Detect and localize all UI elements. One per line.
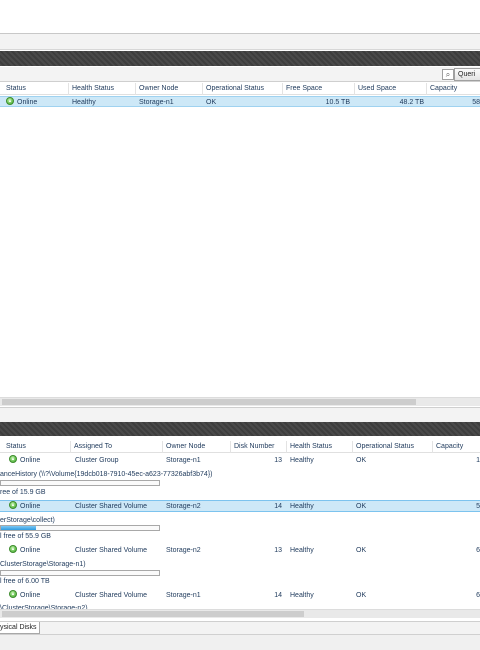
- tab-physical-disks[interactable]: ysical Disks: [0, 622, 40, 634]
- status-cell: Online: [9, 545, 69, 556]
- col-owner-node[interactable]: Owner Node: [162, 441, 230, 453]
- table-row[interactable]: Online Cluster Shared Volume Storage-n2 …: [0, 545, 480, 556]
- owner-cell: Storage-n1: [166, 457, 201, 464]
- col-operational-status[interactable]: Operational Status: [202, 83, 282, 95]
- health-cell: Healthy: [290, 457, 314, 464]
- volume-path: anceHistory (\\?\Volume{19dcb018-7910-45…: [0, 471, 213, 478]
- health-cell: Healthy: [290, 592, 314, 599]
- owner-cell: Storage-n2: [166, 547, 201, 554]
- secondary-band: [0, 34, 480, 50]
- free-space-cell: 10.5 TB: [325, 99, 350, 106]
- used-space-cell: 48.2 TB: [399, 99, 424, 106]
- volumes-horizontal-scrollbar[interactable]: [0, 397, 480, 406]
- col-health-status[interactable]: Health Status: [286, 441, 352, 453]
- col-assigned-to[interactable]: Assigned To: [70, 441, 162, 453]
- owner-cell: Storage-n2: [166, 503, 201, 510]
- table-row[interactable]: Online Cluster Shared Volume Storage-n1 …: [0, 590, 480, 601]
- capacity-cell: 6: [476, 592, 480, 599]
- table-row[interactable]: Online Cluster Group Storage-n1 13 Healt…: [0, 455, 480, 466]
- online-status-icon: [6, 97, 14, 105]
- assigned-cell: Cluster Shared Volume: [75, 503, 147, 510]
- col-health-status[interactable]: Health Status: [68, 83, 135, 95]
- online-status-icon: [9, 545, 17, 553]
- volumes-table-header: Status Health Status Owner Node Operatio…: [0, 83, 480, 95]
- free-space-bar: [0, 480, 160, 486]
- disk-number-cell: 14: [274, 592, 282, 599]
- op-status-cell: OK: [356, 592, 367, 599]
- health-cell: Healthy: [290, 503, 314, 510]
- scrollbar-thumb[interactable]: [2, 399, 416, 405]
- free-space-text: ree of 15.9 GB: [0, 489, 46, 496]
- free-space-text: l free of 6.00 TB: [0, 578, 50, 585]
- status-cell: Online: [9, 455, 69, 466]
- disks-table-header: Status Assigned To Owner Node Disk Numbe…: [0, 441, 480, 453]
- online-status-icon: [9, 455, 17, 463]
- capacity-cell: 6: [476, 547, 480, 554]
- op-status-cell: OK: [206, 99, 217, 106]
- status-bar: [0, 634, 480, 650]
- disk-number-cell: 13: [274, 457, 282, 464]
- capacity-cell: 5: [476, 503, 480, 510]
- free-space-fill: [1, 526, 36, 530]
- table-row[interactable]: Online Cluster Shared Volume Storage-n2 …: [0, 500, 480, 512]
- health-cell: Healthy: [290, 547, 314, 554]
- op-status-cell: OK: [356, 503, 367, 510]
- volumes-search-row: ⌕ Queri: [0, 67, 480, 82]
- online-status-icon: [9, 501, 17, 509]
- online-status-icon: [9, 590, 17, 598]
- assigned-cell: Cluster Shared Volume: [75, 547, 147, 554]
- owner-cell: Storage-n1: [139, 99, 174, 106]
- health-cell: Healthy: [72, 99, 96, 106]
- capacity-cell: 1: [476, 457, 480, 464]
- disks-horizontal-scrollbar[interactable]: [0, 609, 480, 618]
- col-status[interactable]: Status: [0, 83, 68, 95]
- col-capacity[interactable]: Capacity: [426, 83, 480, 95]
- top-toolbar: [0, 0, 480, 34]
- col-status[interactable]: Status: [0, 441, 70, 453]
- col-owner-node[interactable]: Owner Node: [135, 83, 202, 95]
- status-cell: Online: [6, 97, 66, 108]
- disk-number-cell: 14: [274, 503, 282, 510]
- scrollbar-thumb[interactable]: [2, 611, 304, 617]
- tab-strip: ysical Disks: [0, 621, 480, 634]
- assigned-cell: Cluster Group: [75, 457, 119, 464]
- queries-button[interactable]: Queri: [454, 68, 480, 81]
- disks-pane-header: [0, 422, 480, 436]
- col-used-space[interactable]: Used Space: [354, 83, 426, 95]
- table-row[interactable]: Online Healthy Storage-n1 OK 10.5 TB 48.…: [0, 96, 480, 107]
- op-status-cell: OK: [356, 547, 367, 554]
- search-icon[interactable]: ⌕: [442, 69, 454, 80]
- disk-number-cell: 13: [274, 547, 282, 554]
- col-capacity[interactable]: Capacity: [432, 441, 480, 453]
- capacity-cell: 58: [472, 99, 480, 106]
- volume-path: ClusterStorage\Storage-n1): [0, 561, 86, 568]
- volumes-pane-header: [0, 51, 480, 66]
- op-status-cell: OK: [356, 457, 367, 464]
- status-cell: Online: [9, 501, 69, 512]
- assigned-cell: Cluster Shared Volume: [75, 592, 147, 599]
- status-cell: Online: [9, 590, 69, 601]
- col-operational-status[interactable]: Operational Status: [352, 441, 432, 453]
- free-space-text: l free of 55.9 GB: [0, 533, 51, 540]
- col-disk-number[interactable]: Disk Number: [230, 441, 286, 453]
- owner-cell: Storage-n1: [166, 592, 201, 599]
- col-free-space[interactable]: Free Space: [282, 83, 354, 95]
